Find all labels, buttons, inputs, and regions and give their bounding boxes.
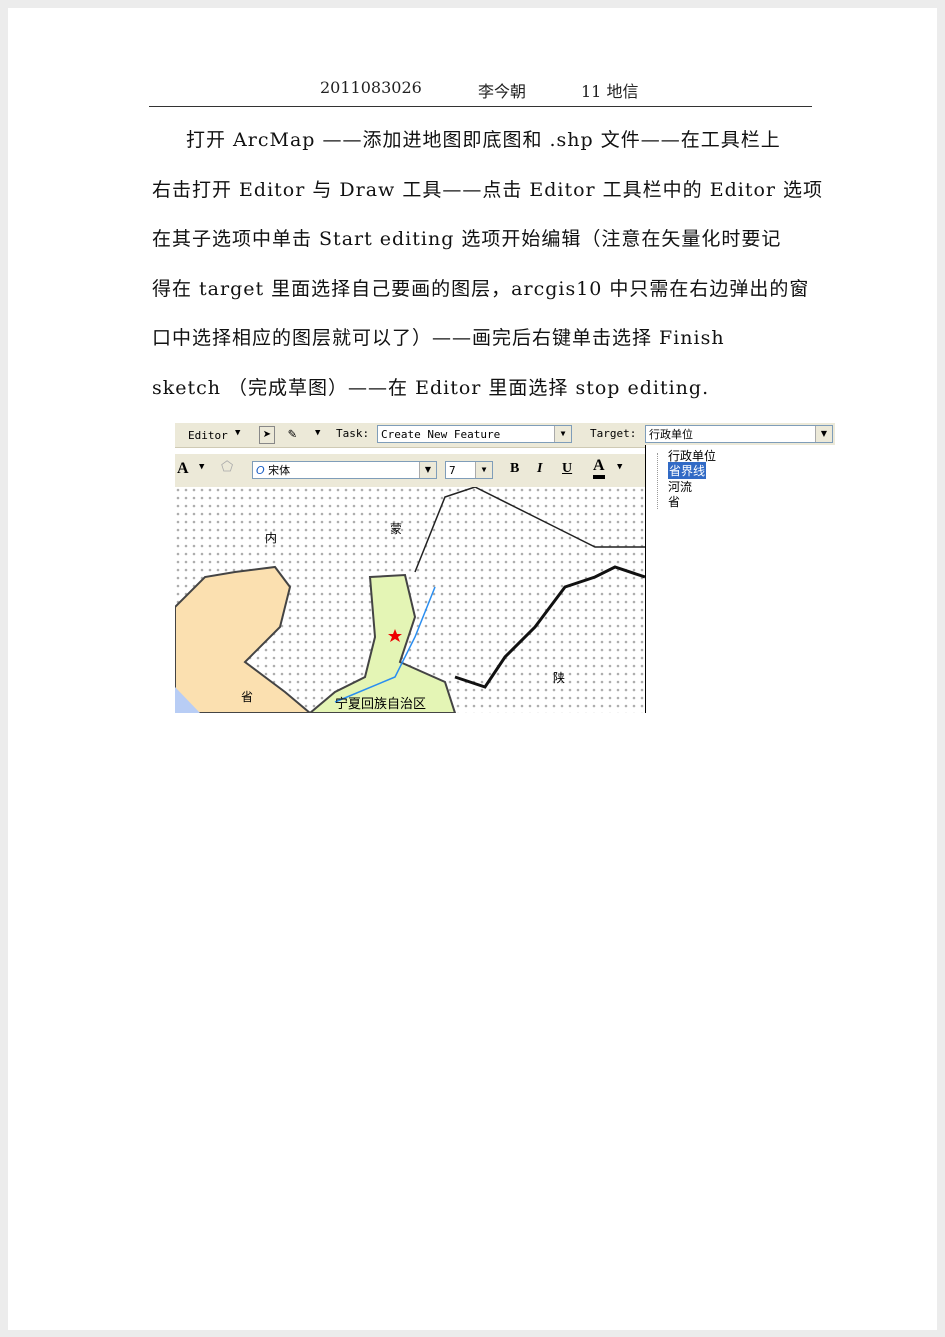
- text-tool-icon[interactable]: A: [177, 460, 189, 478]
- paragraph-line: 得在 target 里面选择自己要画的图层，arcgis10 中只需在右边弹出的…: [152, 278, 810, 300]
- paragraph-line: 打开 ArcMap ——添加进地图即底图和 .shp 文件——在工具栏上: [186, 129, 781, 151]
- task-dropdown[interactable]: Create New Feature ▼: [377, 425, 572, 443]
- chevron-down-icon[interactable]: ▼: [235, 428, 240, 438]
- chevron-down-icon[interactable]: ▼: [554, 426, 571, 442]
- chevron-down-icon[interactable]: ▼: [815, 426, 832, 442]
- target-value: 行政单位: [649, 428, 693, 441]
- target-dropdown[interactable]: 行政单位 ▼: [645, 425, 833, 443]
- header-name: 李今朝: [478, 82, 527, 101]
- paragraph-line: 右击打开 Editor 与 Draw 工具——点击 Editor 工具栏中的 E…: [152, 179, 824, 201]
- map-label: 蒙: [390, 522, 402, 536]
- task-value: Create New Feature: [381, 428, 501, 441]
- font-type-icon: O: [256, 464, 269, 477]
- target-option[interactable]: 省: [668, 493, 680, 510]
- draw-toolbar: A ▼ ⬠ O 宋体 ▼ 7 ▼ B I U A ▼: [175, 454, 645, 488]
- chevron-down-icon[interactable]: ▼: [199, 462, 204, 472]
- map-label: 陕: [553, 670, 565, 685]
- font-color-button[interactable]: A: [593, 457, 605, 479]
- pencil-icon[interactable]: ✎: [288, 426, 296, 442]
- header-id: 2011083026: [320, 78, 422, 97]
- paragraph-line: sketch （完成草图）——在 Editor 里面选择 stop editin…: [152, 377, 710, 399]
- italic-button[interactable]: I: [537, 461, 542, 477]
- header-class: 11 地信: [581, 82, 639, 101]
- chevron-down-icon[interactable]: ▼: [315, 428, 320, 438]
- paragraph-line: 在其子选项中单击 Start editing 选项开始编辑（注意在矢量化时要记: [152, 228, 782, 250]
- underline-button[interactable]: U: [562, 461, 572, 477]
- font-size-value: 7: [449, 464, 456, 477]
- header-rule: [149, 106, 812, 107]
- target-option-selected[interactable]: 省界线: [668, 462, 707, 479]
- chevron-down-icon[interactable]: ▼: [419, 462, 436, 478]
- target-options-list: 行政单位 省界线 河流 省: [645, 445, 836, 713]
- map-label: 内: [265, 531, 277, 545]
- polygon-tool-icon[interactable]: ⬠: [221, 459, 233, 475]
- chevron-down-icon[interactable]: ▼: [617, 462, 622, 472]
- target-label: Target:: [590, 427, 637, 440]
- font-value: 宋体: [268, 464, 291, 477]
- chevron-down-icon[interactable]: ▼: [475, 462, 492, 478]
- pointer-icon[interactable]: ➤: [259, 426, 276, 444]
- task-label: Task:: [336, 427, 370, 440]
- font-dropdown[interactable]: O 宋体 ▼: [252, 461, 437, 479]
- map-view[interactable]: 内 蒙 宁夏回族自治区 陕 省: [175, 487, 645, 713]
- map-label: 省: [241, 690, 253, 704]
- tree-line: [657, 453, 658, 509]
- arcmap-screenshot: Editor ▼ ➤ ✎ ▼ Task: Create New Feature ▼…: [175, 423, 836, 713]
- font-size-dropdown[interactable]: 7 ▼: [445, 461, 493, 479]
- bold-button[interactable]: B: [510, 461, 519, 477]
- map-label: 宁夏回族自治区: [335, 696, 426, 712]
- editor-menu[interactable]: Editor: [188, 429, 228, 442]
- paragraph-line: 口中选择相应的图层就可以了）——画完后右键单击选择 Finish: [152, 327, 725, 349]
